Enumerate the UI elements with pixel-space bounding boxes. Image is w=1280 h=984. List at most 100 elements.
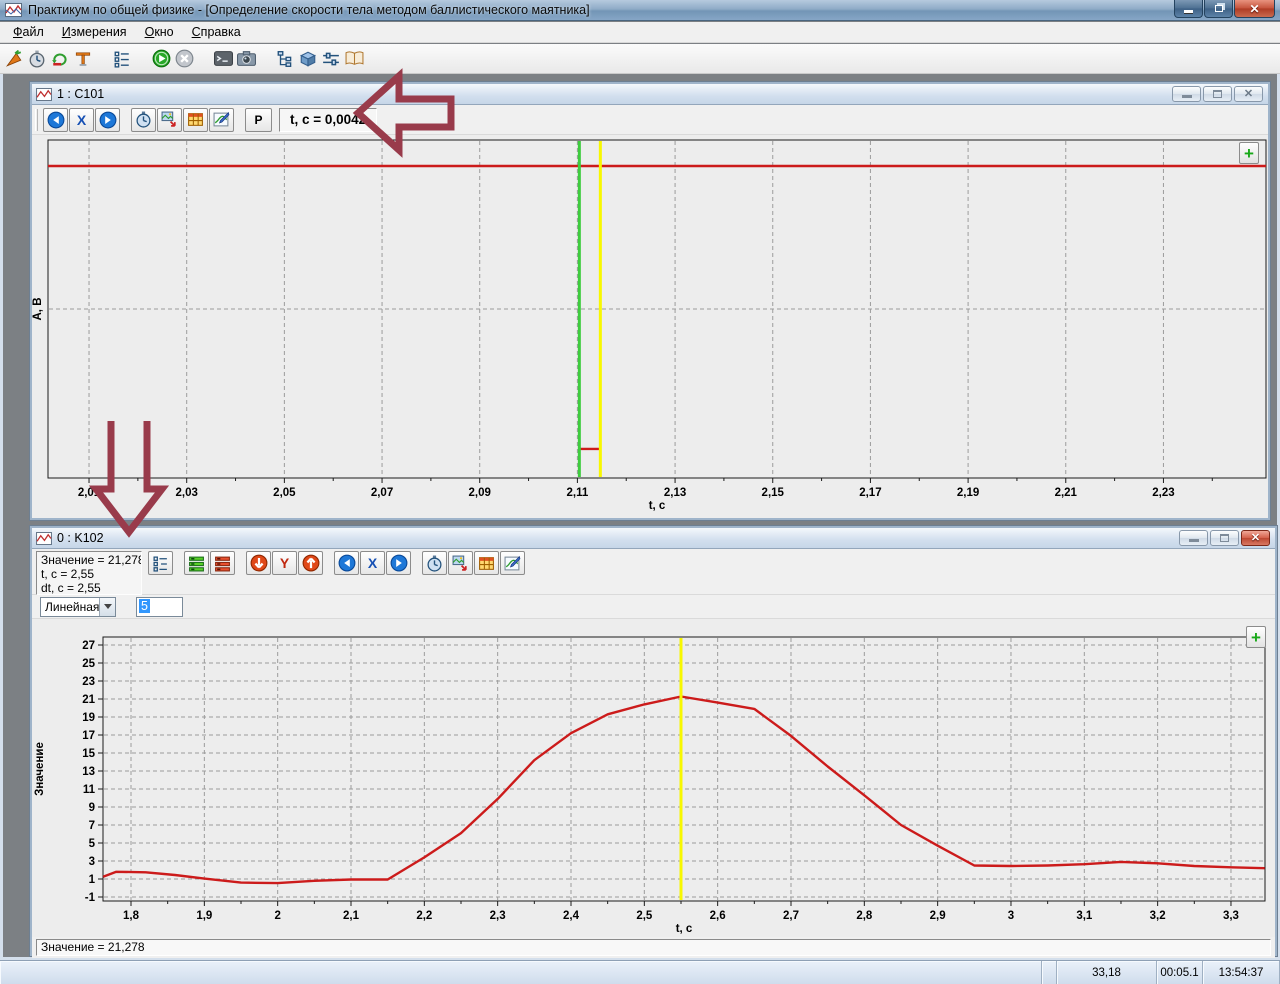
window-k102: 0 : K102 ✕ Значение = 21,278 t, c = 2,55… (30, 526, 1277, 956)
c101-p-button[interactable]: P (245, 108, 272, 132)
stop-button[interactable] (173, 47, 195, 71)
c101-table-button[interactable] (183, 108, 208, 132)
svg-text:t, c: t, c (649, 500, 666, 512)
undo-button[interactable] (49, 47, 71, 71)
k102-clear-cursor-button[interactable]: X (360, 551, 385, 575)
c101-minimize-button[interactable] (1172, 86, 1201, 102)
circle-left-arrow-icon (338, 554, 356, 572)
k102-scale-up-button[interactable] (298, 551, 323, 575)
svg-text:7: 7 (89, 820, 95, 832)
k102-list-red-button[interactable] (210, 551, 235, 575)
k102-info-dt: dt, c = 2,55 (41, 581, 137, 595)
svg-text:19: 19 (82, 712, 95, 724)
help-book-button[interactable] (343, 47, 365, 71)
menu-measurements[interactable]: Измерения (53, 23, 136, 41)
sensor-tool-icon (74, 50, 92, 68)
toolbar-grip[interactable] (35, 109, 38, 131)
svg-text:2,2: 2,2 (416, 910, 432, 922)
restore-button[interactable] (1204, 0, 1233, 18)
k102-info-value: Значение = 21,278 (41, 553, 137, 567)
k102-title-bar[interactable]: 0 : K102 ✕ (32, 528, 1275, 549)
k102-list-green-button[interactable] (184, 551, 209, 575)
k102-scale-down-button[interactable] (246, 551, 271, 575)
help-book-icon (345, 50, 364, 67)
sensor-tool-button[interactable] (72, 47, 94, 71)
svg-text:2,05: 2,05 (273, 487, 296, 499)
k102-y-scale-button[interactable]: Y (272, 551, 297, 575)
minimize-icon (1182, 95, 1192, 98)
svg-text:2,13: 2,13 (664, 487, 686, 499)
k102-stopwatch-button[interactable] (422, 551, 447, 575)
k102-scale-mode-combo[interactable]: Линейная (40, 597, 116, 617)
c101-chart-area: 2,012,032,052,072,092,112,132,152,172,19… (32, 135, 1268, 518)
menu-window[interactable]: Окно (136, 23, 183, 41)
start-button[interactable] (150, 47, 172, 71)
k102-maximize-button[interactable] (1210, 530, 1239, 546)
chevron-down-icon[interactable] (99, 598, 115, 616)
export-image-icon (161, 111, 178, 128)
svg-text:13: 13 (82, 766, 95, 778)
k102-toolbar-row1: Значение = 21,278 t, c = 2,55 dt, c = 2,… (32, 549, 1275, 595)
k102-points-input[interactable]: 5 (136, 597, 183, 617)
k102-minimize-button[interactable] (1179, 530, 1208, 546)
setup-button[interactable] (3, 47, 25, 71)
snapshot-button[interactable] (235, 47, 257, 71)
c101-maximize-button[interactable] (1203, 86, 1232, 102)
svg-text:2,11: 2,11 (567, 487, 589, 499)
k102-edit-chart-button[interactable] (500, 551, 525, 575)
svg-text:2,01: 2,01 (78, 487, 101, 499)
package-button[interactable] (297, 47, 319, 71)
c101-window-controls: ✕ (1170, 86, 1263, 102)
menu-help[interactable]: Справка (183, 23, 250, 41)
c101-title-bar[interactable]: 1 : C101 ✕ (32, 84, 1268, 105)
maximize-icon (1220, 534, 1229, 542)
console-button[interactable] (212, 47, 234, 71)
tree-button[interactable] (274, 47, 296, 71)
svg-text:А, В: А, В (32, 298, 44, 321)
minimize-button[interactable] (1174, 0, 1203, 18)
package-icon (299, 50, 317, 68)
svg-text:11: 11 (83, 784, 96, 796)
settings-button[interactable] (320, 47, 342, 71)
k102-title: 0 : K102 (57, 531, 104, 545)
list-green-icon (188, 555, 205, 572)
c101-close-button[interactable]: ✕ (1234, 86, 1263, 102)
k102-autoscale-button[interactable]: + (1246, 626, 1266, 648)
close-button[interactable]: ✕ (1234, 0, 1275, 18)
minimize-icon (1184, 10, 1193, 13)
k102-chart[interactable]: 1,81,922,12,22,32,42,52,62,72,82,933,13,… (32, 619, 1275, 937)
k102-close-button[interactable]: ✕ (1241, 530, 1270, 546)
c101-edit-chart-button[interactable] (209, 108, 234, 132)
console-icon (214, 50, 233, 67)
svg-text:2,15: 2,15 (762, 487, 785, 499)
circle-right-arrow-icon (390, 554, 408, 572)
timer-button[interactable] (26, 47, 48, 71)
k102-table-button[interactable] (474, 551, 499, 575)
c101-chart[interactable]: 2,012,032,052,072,092,112,132,152,172,19… (32, 135, 1268, 518)
k102-prev-cursor-button[interactable] (334, 551, 359, 575)
svg-text:2,3: 2,3 (490, 910, 506, 922)
menu-file[interactable]: Файл (4, 23, 53, 41)
c101-stopwatch-button[interactable] (131, 108, 156, 132)
k102-window-icon (36, 532, 52, 545)
c101-clear-cursor-button[interactable]: X (69, 108, 94, 132)
close-icon: ✕ (1251, 533, 1260, 544)
list-button[interactable] (111, 47, 133, 71)
k102-next-cursor-button[interactable] (386, 551, 411, 575)
svg-text:2,4: 2,4 (563, 910, 580, 922)
c101-autoscale-button[interactable]: + (1239, 142, 1259, 164)
minimize-icon (1189, 539, 1199, 542)
k102-export-image-button[interactable] (448, 551, 473, 575)
svg-text:Значение: Значение (34, 742, 46, 796)
status-elapsed-panel: 00:05.1 (1157, 961, 1203, 984)
k102-window-controls: ✕ (1177, 530, 1270, 546)
k102-list-button[interactable] (148, 551, 173, 575)
svg-text:2,6: 2,6 (710, 910, 726, 922)
c101-prev-cursor-button[interactable] (43, 108, 68, 132)
c101-next-cursor-button[interactable] (95, 108, 120, 132)
svg-text:2,03: 2,03 (176, 487, 198, 499)
window-c101: 1 : C101 ✕ X (30, 82, 1270, 520)
svg-text:5: 5 (89, 838, 96, 850)
c101-export-image-button[interactable] (157, 108, 182, 132)
svg-text:21: 21 (82, 694, 95, 706)
